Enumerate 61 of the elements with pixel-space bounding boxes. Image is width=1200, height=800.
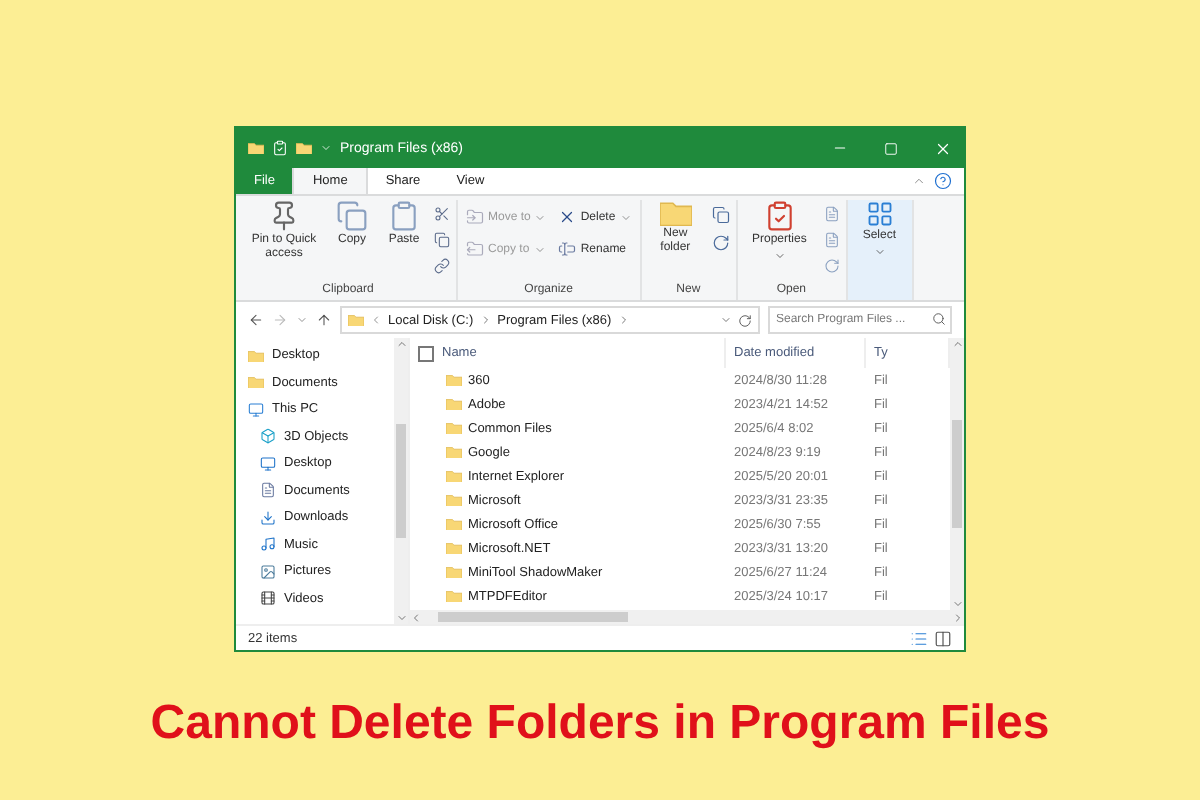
- grid-icon: [865, 200, 894, 228]
- chevron-up-icon: [912, 174, 926, 188]
- music-note-icon: [260, 536, 276, 553]
- scrollbar[interactable]: [950, 338, 964, 610]
- download-icon: [260, 509, 276, 526]
- copy-icon: [336, 200, 368, 232]
- link-icon: [434, 258, 450, 274]
- picture-icon: [260, 563, 276, 580]
- checklist-icon: [763, 200, 796, 232]
- refresh-icon: [711, 234, 730, 252]
- folder-arrow-icon: [466, 208, 484, 226]
- caret-icon: [320, 142, 332, 154]
- close-icon: [558, 208, 577, 226]
- chevron-right-icon: [617, 314, 630, 326]
- document-icon: [260, 482, 276, 499]
- checkbox[interactable]: [418, 345, 434, 361]
- caret-icon: [720, 313, 732, 325]
- refresh-icon: [738, 313, 752, 327]
- folder-icon: [348, 313, 364, 327]
- caret-icon: [296, 314, 308, 326]
- help-icon: [934, 172, 952, 190]
- chevron-right-icon: [479, 314, 492, 326]
- folder-icon: [296, 141, 312, 155]
- scissors-icon: [434, 206, 450, 222]
- details-view-icon: [910, 629, 928, 647]
- back-arrow-icon: [248, 312, 264, 328]
- scrollbar[interactable]: [394, 338, 408, 624]
- chevron-down-icon: [951, 597, 963, 610]
- up-arrow-icon: [316, 312, 332, 328]
- caret-icon: [534, 211, 547, 223]
- document-icon: [823, 206, 840, 222]
- chevron-left-icon: [410, 611, 422, 623]
- maximize-icon: [884, 141, 898, 155]
- folder-arrow-icon: [466, 240, 484, 258]
- pin-icon: [268, 200, 300, 232]
- clipboard-icon: [388, 200, 420, 232]
- tiles-view-icon: [934, 629, 952, 647]
- chevron-down-icon: [395, 612, 407, 624]
- checklist-icon: [272, 140, 288, 156]
- film-icon: [260, 590, 276, 607]
- folder-icon: [659, 200, 692, 226]
- folder-icon: [248, 141, 264, 155]
- copy-icon: [711, 206, 730, 224]
- caret-icon: [773, 250, 786, 262]
- copy-icon: [434, 232, 450, 248]
- search-icon: [932, 312, 946, 326]
- chevron-right-icon: [952, 611, 964, 623]
- scrollbar[interactable]: [410, 610, 964, 624]
- caret-icon: [619, 211, 632, 223]
- caret-icon: [533, 243, 546, 255]
- monitor-icon: [260, 455, 276, 472]
- document-icon: [823, 232, 840, 248]
- close-icon: [934, 139, 952, 157]
- chevron-up-icon: [395, 338, 407, 350]
- monitor-icon: [248, 401, 264, 418]
- cube-icon: [260, 428, 276, 445]
- caret-icon: [873, 246, 886, 258]
- text-cursor-icon: [558, 240, 577, 258]
- chevron-up-icon: [951, 338, 963, 350]
- headline: Cannot Delete Folders in Program Files: [150, 696, 1050, 752]
- forward-arrow-icon: [272, 312, 288, 328]
